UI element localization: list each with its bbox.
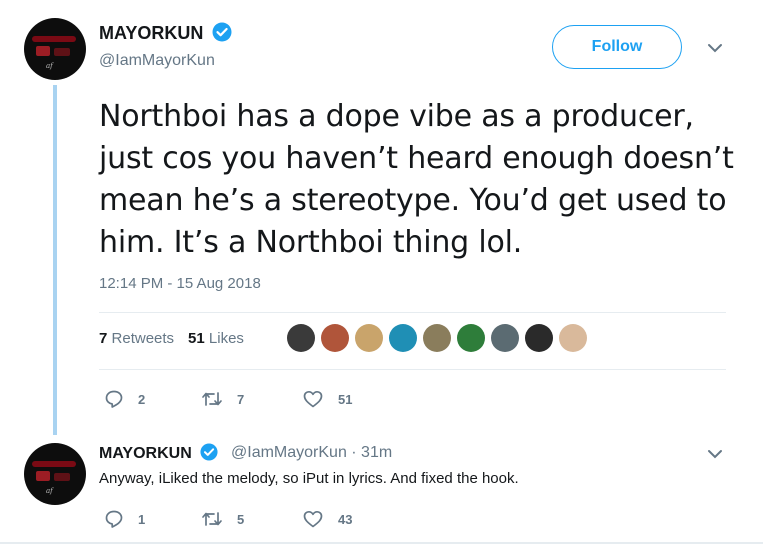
- reply-icon: [105, 510, 123, 528]
- reply-like-button[interactable]: 43: [302, 509, 352, 529]
- reply-button[interactable]: 2: [104, 389, 145, 409]
- tweet-stats: 7 Retweets 51 Likes: [99, 330, 244, 347]
- liker-avatar[interactable]: [287, 324, 315, 352]
- reply-icon: [105, 390, 123, 408]
- divider: [99, 369, 726, 370]
- tweet-text: Northboi has a dope vibe as a producer, …: [99, 99, 734, 260]
- liker-avatar[interactable]: [389, 324, 417, 352]
- heart-icon: [303, 390, 323, 408]
- liker-avatar[interactable]: [355, 324, 383, 352]
- retweet-icon: [202, 392, 222, 406]
- reply-display-name[interactable]: MAYORKUN: [99, 443, 218, 463]
- liker-avatar[interactable]: [491, 324, 519, 352]
- liker-avatar[interactable]: [525, 324, 553, 352]
- reply-chevron-down-icon[interactable]: [706, 448, 724, 462]
- reply-reply-button[interactable]: 1: [104, 509, 145, 529]
- user-handle[interactable]: @IamMayorKun: [99, 52, 215, 70]
- likes-stat[interactable]: 51 Likes: [188, 330, 244, 347]
- display-name[interactable]: MAYORKUN: [99, 22, 232, 44]
- liker-avatar[interactable]: [321, 324, 349, 352]
- liker-avatars: [287, 324, 587, 352]
- liker-avatar[interactable]: [423, 324, 451, 352]
- reply-handle-time[interactable]: @IamMayorKun · 31m: [231, 444, 392, 462]
- reply-tweet-text: Anyway, iLiked the melody, so iPut in ly…: [99, 470, 519, 487]
- verified-badge-icon: [200, 443, 218, 461]
- heart-icon: [303, 510, 323, 528]
- liker-avatar[interactable]: [457, 324, 485, 352]
- thread-connector-line: [53, 85, 57, 435]
- chevron-down-icon[interactable]: [706, 42, 724, 56]
- verified-badge-icon: [212, 22, 232, 42]
- liker-avatar[interactable]: [559, 324, 587, 352]
- avatar[interactable]: af: [24, 18, 86, 80]
- tweet-timestamp[interactable]: 12:14 PM - 15 Aug 2018: [99, 275, 261, 292]
- retweets-stat[interactable]: 7 Retweets: [99, 330, 174, 347]
- reply-avatar[interactable]: af: [24, 443, 86, 505]
- like-button[interactable]: 51: [302, 389, 352, 409]
- divider: [99, 312, 726, 313]
- reply-retweet-button[interactable]: 5: [201, 509, 244, 529]
- retweet-button[interactable]: 7: [201, 389, 244, 409]
- retweet-icon: [202, 512, 222, 526]
- follow-button[interactable]: Follow: [552, 25, 682, 69]
